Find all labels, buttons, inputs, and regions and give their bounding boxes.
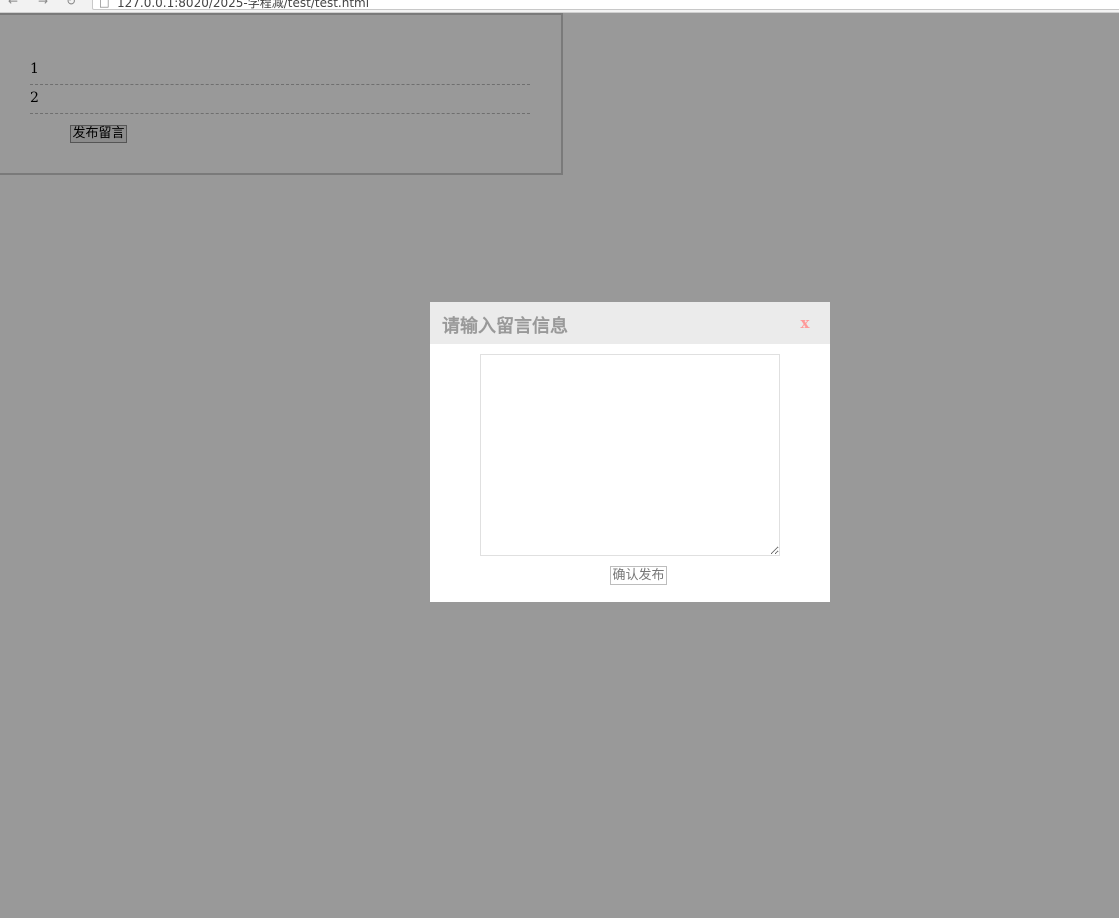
modal-header: 请输入留言信息 x bbox=[430, 302, 830, 344]
message-board: 1 2 发布留言 bbox=[0, 13, 563, 175]
message-input[interactable] bbox=[480, 354, 780, 556]
reload-icon[interactable]: ↻ bbox=[66, 0, 76, 8]
message-modal: 请输入留言信息 x 确认发布 bbox=[430, 302, 830, 602]
back-arrow-icon[interactable]: ← bbox=[8, 0, 18, 8]
confirm-publish-button[interactable]: 确认发布 bbox=[610, 566, 667, 585]
page-icon: □ bbox=[99, 0, 110, 9]
close-icon[interactable]: x bbox=[798, 314, 812, 332]
list-item: 1 bbox=[30, 57, 530, 85]
url-text: 127.0.0.1:8020/2025-学程减/test/test.html bbox=[117, 0, 370, 10]
publish-message-button[interactable]: 发布留言 bbox=[70, 125, 127, 143]
forward-arrow-icon[interactable]: → bbox=[38, 0, 48, 8]
message-list: 1 2 bbox=[30, 57, 530, 115]
browser-chrome: ← → ↻ □ 127.0.0.1:8020/2025-学程减/test/tes… bbox=[0, 0, 1119, 13]
address-bar[interactable]: □ 127.0.0.1:8020/2025-学程减/test/test.html bbox=[92, 0, 1119, 10]
modal-title: 请输入留言信息 bbox=[442, 316, 568, 337]
list-item: 2 bbox=[30, 86, 530, 114]
